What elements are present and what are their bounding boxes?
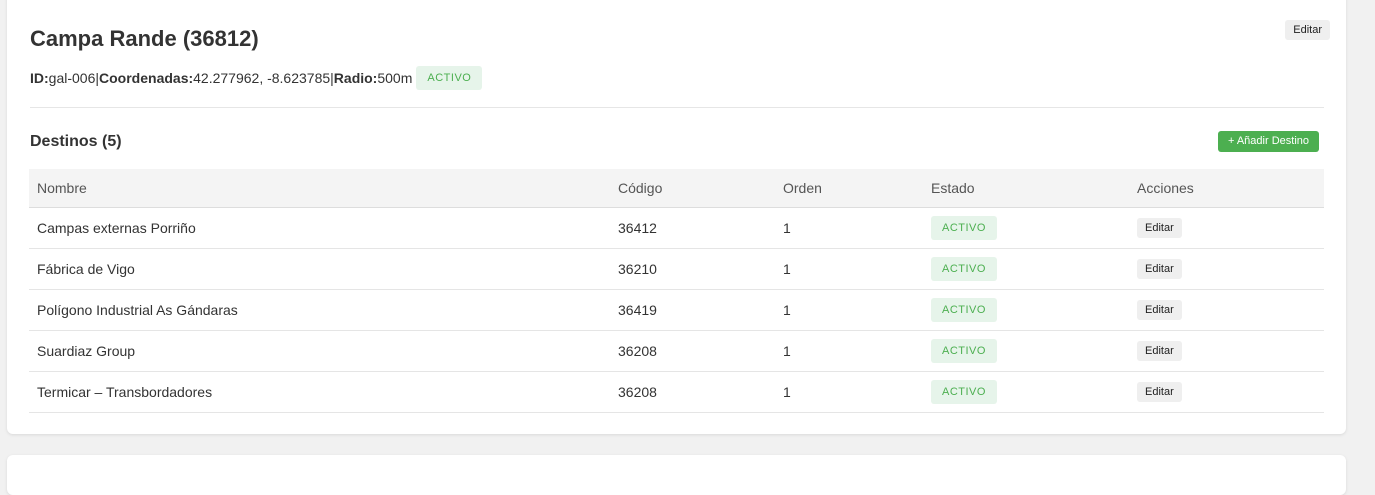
location-card: Campa Rande (36812) Editar ID: gal-006 |… xyxy=(7,0,1346,434)
table-row: Campas externas Porriño 36412 1 ACTIVO E… xyxy=(29,207,1324,249)
destination-name: Suardiaz Group xyxy=(29,330,610,372)
destination-name: Fábrica de Vigo xyxy=(29,248,610,290)
edit-destination-button[interactable]: Editar xyxy=(1137,259,1182,279)
table-header-row: Nombre Código Orden Estado Acciones xyxy=(29,169,1324,208)
destination-order: 1 xyxy=(775,371,923,413)
destination-order: 1 xyxy=(775,248,923,290)
edit-location-button[interactable]: Editar xyxy=(1285,20,1330,40)
status-badge: ACTIVO xyxy=(931,216,997,240)
table-row: Termicar – Transbordadores 36208 1 ACTIV… xyxy=(29,371,1324,413)
column-header-codigo: Código xyxy=(610,169,775,208)
destination-actions-cell: Editar xyxy=(1129,330,1324,372)
destination-code: 36419 xyxy=(610,289,775,331)
id-label: ID: xyxy=(30,70,49,86)
status-badge: ACTIVO xyxy=(931,257,997,281)
edit-destination-button[interactable]: Editar xyxy=(1137,382,1182,402)
destination-order: 1 xyxy=(775,330,923,372)
destination-status-cell: ACTIVO xyxy=(923,289,1129,331)
destinations-table: Nombre Código Orden Estado Acciones Camp… xyxy=(29,169,1324,413)
destination-order: 1 xyxy=(775,289,923,331)
id-value: gal-006 xyxy=(48,70,96,86)
status-badge: ACTIVO xyxy=(931,339,997,363)
status-badge: ACTIVO xyxy=(931,298,997,322)
destination-status-cell: ACTIVO xyxy=(923,371,1129,413)
table-row: Suardiaz Group 36208 1 ACTIVO Editar xyxy=(29,330,1324,372)
column-header-nombre: Nombre xyxy=(29,169,610,208)
destination-order: 1 xyxy=(775,207,923,249)
table-row: Fábrica de Vigo 36210 1 ACTIVO Editar xyxy=(29,248,1324,290)
location-meta: ID: gal-006 | Coordenadas: 42.277962, -8… xyxy=(30,65,483,91)
radius-label: Radio: xyxy=(333,70,378,86)
destination-actions-cell: Editar xyxy=(1129,289,1324,331)
status-badge: ACTIVO xyxy=(931,380,997,404)
column-header-estado: Estado xyxy=(923,169,1129,208)
destination-actions-cell: Editar xyxy=(1129,207,1324,249)
destination-code: 36208 xyxy=(610,330,775,372)
coords-value: 42.277962, -8.623785 xyxy=(193,70,331,86)
destination-name: Termicar – Transbordadores xyxy=(29,371,610,413)
edit-destination-button[interactable]: Editar xyxy=(1137,218,1182,238)
coords-label: Coordenadas: xyxy=(99,70,194,86)
destination-status-cell: ACTIVO xyxy=(923,330,1129,372)
edit-destination-button[interactable]: Editar xyxy=(1137,341,1182,361)
destination-status-cell: ACTIVO xyxy=(923,248,1129,290)
destination-name: Campas externas Porriño xyxy=(29,207,610,249)
radius-value: 500m xyxy=(377,70,413,86)
destination-name: Polígono Industrial As Gándaras xyxy=(29,289,610,331)
next-card xyxy=(7,455,1346,495)
destination-code: 36210 xyxy=(610,248,775,290)
destination-actions-cell: Editar xyxy=(1129,371,1324,413)
status-badge: ACTIVO xyxy=(416,66,483,90)
edit-destination-button[interactable]: Editar xyxy=(1137,300,1182,320)
destination-status-cell: ACTIVO xyxy=(923,207,1129,249)
destination-code: 36412 xyxy=(610,207,775,249)
divider xyxy=(30,107,1324,108)
add-destination-button[interactable]: + Añadir Destino xyxy=(1217,131,1319,152)
destinations-title: Destinos (5) xyxy=(30,133,122,150)
column-header-acciones: Acciones xyxy=(1129,169,1324,208)
table-row: Polígono Industrial As Gándaras 36419 1 … xyxy=(29,289,1324,331)
destination-code: 36208 xyxy=(610,371,775,413)
destination-actions-cell: Editar xyxy=(1129,248,1324,290)
page-title: Campa Rande (36812) xyxy=(30,26,259,51)
column-header-orden: Orden xyxy=(775,169,923,208)
